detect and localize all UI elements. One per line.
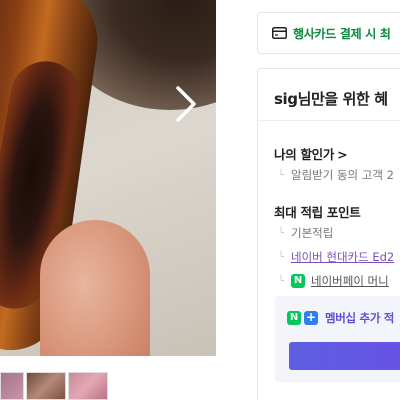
image-hand xyxy=(40,220,150,356)
thumbnail-1[interactable] xyxy=(0,372,24,400)
npay-money-link[interactable]: 네이버페이 머니 xyxy=(311,273,389,289)
my-discount-link[interactable]: 나의 할인가 > xyxy=(274,144,348,163)
npay-money-row: └ N 네이버페이 머니 xyxy=(278,273,389,289)
chevron-right-icon: > xyxy=(337,147,348,162)
basic-points-label: 기본적립 xyxy=(291,226,334,240)
plus-icon: + xyxy=(304,310,318,325)
membership-label: 멤버십 추가 적 xyxy=(325,311,395,325)
chevron-right-icon xyxy=(176,86,196,122)
bullet-icon: └ xyxy=(278,169,285,181)
hyundai-card-row: └ 네이버 현대카드 Ed2 xyxy=(278,249,394,265)
membership-row: N + 멤버십 추가 적 xyxy=(287,310,394,326)
thumbnail-3[interactable] xyxy=(68,372,108,400)
bullet-icon: └ xyxy=(278,251,285,263)
benefit-panel: sig님만을 위한 혜 나의 할인가 > └ 알림받기 동의 고객 2 최대 적립… xyxy=(257,68,400,400)
thumbnail-strip xyxy=(0,372,108,400)
max-points-title: 최대 적립 포인트 xyxy=(274,205,361,220)
bullet-icon: └ xyxy=(278,275,285,287)
gallery-next-button[interactable] xyxy=(170,84,202,124)
card-promotion-label: 행사카드 결제 시 최 xyxy=(293,26,391,41)
my-discount-title: 나의 할인가 xyxy=(274,147,335,162)
divider xyxy=(258,120,400,121)
membership-box: N + 멤버십 추가 적 xyxy=(275,296,400,382)
naver-n-icon: N xyxy=(287,311,301,325)
bullet-icon: └ xyxy=(278,227,285,239)
membership-join-button[interactable] xyxy=(289,342,400,370)
benefit-title: sig님만을 위한 혜 xyxy=(274,90,388,108)
thumbnail-2[interactable] xyxy=(26,372,66,400)
discount-desc: 알림받기 동의 고객 2 xyxy=(291,168,394,182)
naver-n-icon: N xyxy=(291,274,305,288)
hyundai-card-link[interactable]: 네이버 현대카드 Ed2 xyxy=(291,249,394,265)
discount-desc-row: └ 알림받기 동의 고객 2 xyxy=(278,167,394,183)
card-promotion-banner[interactable]: 행사카드 결제 시 최 xyxy=(257,12,400,54)
basic-points-row: └ 기본적립 xyxy=(278,225,333,241)
product-main-image[interactable] xyxy=(0,0,216,356)
credit-card-icon xyxy=(272,27,287,39)
